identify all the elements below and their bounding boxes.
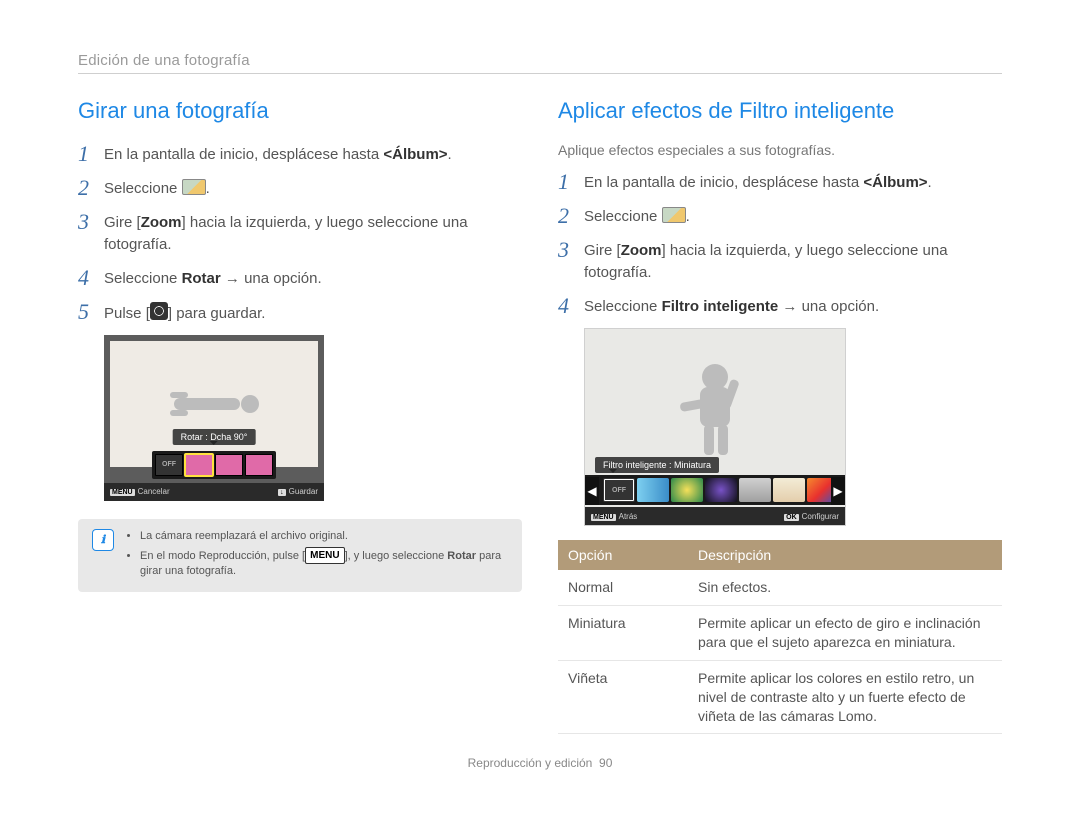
rotate-thumb-3 — [245, 454, 273, 476]
filter-effects-row: ◀ OFF ▶ — [585, 475, 845, 505]
rotate-off-thumb: OFF — [155, 454, 183, 476]
effects-left-arrow-icon: ◀ — [585, 477, 599, 505]
table-row: Normal Sin efectos. — [558, 570, 1002, 605]
right-column: Aplicar efectos de Filtro inteligente Ap… — [558, 98, 1002, 734]
macro-icon — [150, 302, 168, 320]
rotate-thumb-2 — [215, 454, 243, 476]
table-row: Viñeta Permite aplicar los colores en es… — [558, 660, 1002, 734]
note-item-2: En el modo Reproducción, pulse [MENU], y… — [140, 547, 508, 579]
edit-icon — [662, 207, 686, 223]
right-step-2: Seleccione . — [584, 204, 690, 228]
filter-options-table: Opción Descripción Normal Sin efectos. M… — [558, 540, 1002, 734]
th-option: Opción — [558, 540, 688, 570]
filter-fx-3 — [705, 478, 737, 502]
right-camera-screen: Filtro inteligente : Miniatura ◀ OFF ▶ M… — [584, 328, 846, 526]
left-step-3: Gire [Zoom] hacia la izquierda, y luego … — [104, 210, 522, 256]
left-step-2: Seleccione . — [104, 176, 210, 200]
th-desc: Descripción — [688, 540, 1002, 570]
person-silhouette-icon — [164, 382, 264, 426]
rotate-thumb-row: OFF — [152, 451, 276, 479]
child-silhouette-icon — [660, 359, 770, 459]
rotate-thumb-selected — [185, 454, 213, 476]
left-step-1: En la pantalla de inicio, desplácese has… — [104, 142, 452, 166]
left-step-4: Seleccione Rotar → una opción. — [104, 266, 322, 290]
page-footer: Reproducción y edición 90 — [78, 756, 1002, 770]
filter-off: OFF — [603, 478, 635, 502]
right-step-3: Gire [Zoom] hacia la izquierda, y luego … — [584, 238, 1002, 284]
right-intro: Aplique efectos especiales a sus fotogra… — [558, 142, 1002, 158]
info-icon: ℹ — [92, 529, 114, 551]
left-column: Girar una fotografía En la pantalla de i… — [78, 98, 522, 734]
effects-right-arrow-icon: ▶ — [831, 477, 845, 505]
right-step-1: En la pantalla de inicio, desplácese has… — [584, 170, 932, 194]
filter-fx-5 — [773, 478, 805, 502]
right-step-4: Seleccione Filtro inteligente → una opci… — [584, 294, 879, 318]
filter-tooltip: Filtro inteligente : Miniatura — [595, 457, 719, 473]
right-steps: En la pantalla de inicio, desplácese has… — [558, 170, 1002, 318]
right-footer-left: MENUAtrás — [591, 512, 637, 521]
left-footer-right: ↓Guardar — [278, 487, 318, 496]
right-section-title: Aplicar efectos de Filtro inteligente — [558, 98, 1002, 124]
left-footer-left: MENUCancelar — [110, 487, 170, 496]
edit-icon — [182, 179, 206, 195]
left-section-title: Girar una fotografía — [78, 98, 522, 124]
left-steps: En la pantalla de inicio, desplácese has… — [78, 142, 522, 325]
filter-fx-2 — [671, 478, 703, 502]
left-camera-screen: Rotar : Dcha 90° OFF MENUCancelar ↓Guard… — [104, 335, 324, 501]
breadcrumb: Edición de una fotografía — [78, 52, 1002, 74]
filter-fx-1 — [637, 478, 669, 502]
rotate-tooltip: Rotar : Dcha 90° — [173, 429, 256, 445]
note-item-1: La cámara reemplazará el archivo origina… — [140, 529, 508, 544]
info-note: ℹ La cámara reemplazará el archivo origi… — [78, 519, 522, 592]
right-footer-right: OKConfigurar — [784, 512, 839, 521]
table-row: Miniatura Permite aplicar un efecto de g… — [558, 605, 1002, 660]
left-step-5: Pulse [] para guardar. — [104, 300, 265, 325]
filter-fx-4 — [739, 478, 771, 502]
